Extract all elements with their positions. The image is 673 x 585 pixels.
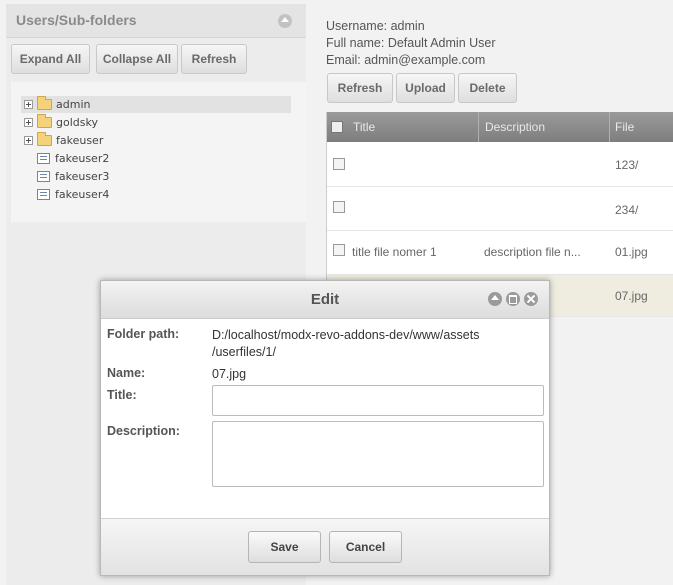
row-checkbox[interactable]	[333, 158, 345, 170]
folder-icon	[37, 114, 52, 128]
user-leaf-icon	[37, 171, 50, 182]
table-row[interactable]: 123/	[327, 143, 673, 187]
edit-dialog: Edit Folder path: D:/localhost/modx-revo…	[100, 280, 550, 576]
collapse-panel-icon[interactable]	[278, 14, 292, 28]
name-value: 07.jpg	[212, 367, 247, 381]
grid-header: Title Description File	[327, 112, 673, 142]
folder-icon	[37, 96, 52, 110]
tree-node-admin[interactable]: admin	[21, 96, 291, 113]
cell-title: title file nomer 1	[352, 245, 437, 259]
folder-path-value: D:/localhost/modx-revo-addons-dev/www/as…	[212, 328, 480, 342]
upload-button[interactable]: Upload	[396, 73, 455, 103]
expand-icon[interactable]	[24, 100, 33, 109]
maximize-icon[interactable]	[506, 292, 520, 306]
panel-title: Users/Sub-folders	[16, 12, 137, 28]
folder-path-value-cont: /userfiles/1/	[212, 345, 276, 359]
cell-file: 234/	[615, 203, 639, 217]
title-label: Title:	[107, 388, 137, 402]
table-row[interactable]: 234/	[327, 187, 673, 231]
dialog-footer: Save Cancel	[101, 518, 549, 575]
name-label: Name:	[107, 366, 146, 380]
delete-button[interactable]: Delete	[458, 73, 517, 103]
user-leaf-icon	[37, 189, 50, 200]
tree-node-label: fakeuser3	[55, 170, 110, 183]
collapse-icon[interactable]	[488, 292, 502, 306]
expand-icon[interactable]	[24, 118, 33, 127]
cell-file: 07.jpg	[615, 289, 648, 303]
table-row[interactable]: title file nomer 1 description file n...…	[327, 231, 673, 275]
folder-icon	[37, 132, 52, 146]
email-text: Email: admin@example.com	[326, 53, 486, 67]
refresh-tree-button[interactable]: Refresh	[181, 44, 247, 74]
description-label: Description:	[107, 424, 180, 438]
tree-node-goldsky[interactable]: goldsky	[21, 114, 98, 131]
tree-node-fakeuser2[interactable]: fakeuser2	[37, 150, 109, 167]
collapse-all-button[interactable]: Collapse All	[96, 44, 178, 74]
tree-node-label: goldsky	[56, 116, 98, 129]
tree-node-label: fakeuser4	[55, 188, 110, 201]
select-all-checkbox[interactable]	[331, 121, 343, 133]
tree-node-label: fakeuser2	[55, 152, 110, 165]
username-text: Username: admin	[326, 19, 425, 33]
user-leaf-icon	[37, 153, 50, 164]
tree-node-label: admin	[56, 98, 91, 111]
row-checkbox[interactable]	[333, 201, 345, 213]
tree-node-label: fakeuser	[56, 134, 104, 147]
description-textarea[interactable]	[212, 421, 544, 487]
dialog-title: Edit	[310, 291, 340, 308]
column-header-description[interactable]: Description	[479, 112, 610, 142]
refresh-files-button[interactable]: Refresh	[327, 73, 393, 103]
cell-description: description file n...	[484, 245, 581, 259]
expand-icon[interactable]	[24, 136, 33, 145]
dialog-header[interactable]: Edit	[101, 281, 549, 319]
folder-path-label: Folder path:	[107, 327, 180, 341]
cell-file: 01.jpg	[615, 245, 648, 259]
cell-file: 123/	[615, 158, 639, 172]
panel-header: Users/Sub-folders	[6, 4, 306, 38]
tree-node-fakeuser3[interactable]: fakeuser3	[37, 168, 109, 185]
cancel-button[interactable]: Cancel	[329, 531, 402, 563]
column-header-title[interactable]: Title	[347, 112, 479, 142]
row-checkbox[interactable]	[333, 244, 345, 256]
fullname-text: Full name: Default Admin User	[326, 36, 496, 50]
folder-tree: admin goldsky fakeuser fakeuser2 fakeuse…	[11, 82, 306, 222]
save-button[interactable]: Save	[248, 531, 321, 563]
title-input[interactable]	[212, 385, 544, 416]
tree-node-fakeuser4[interactable]: fakeuser4	[37, 186, 109, 203]
column-header-file[interactable]: File	[610, 112, 673, 142]
close-icon[interactable]	[524, 292, 538, 306]
tree-node-fakeuser[interactable]: fakeuser	[21, 132, 103, 149]
expand-all-button[interactable]: Expand All	[11, 44, 90, 74]
